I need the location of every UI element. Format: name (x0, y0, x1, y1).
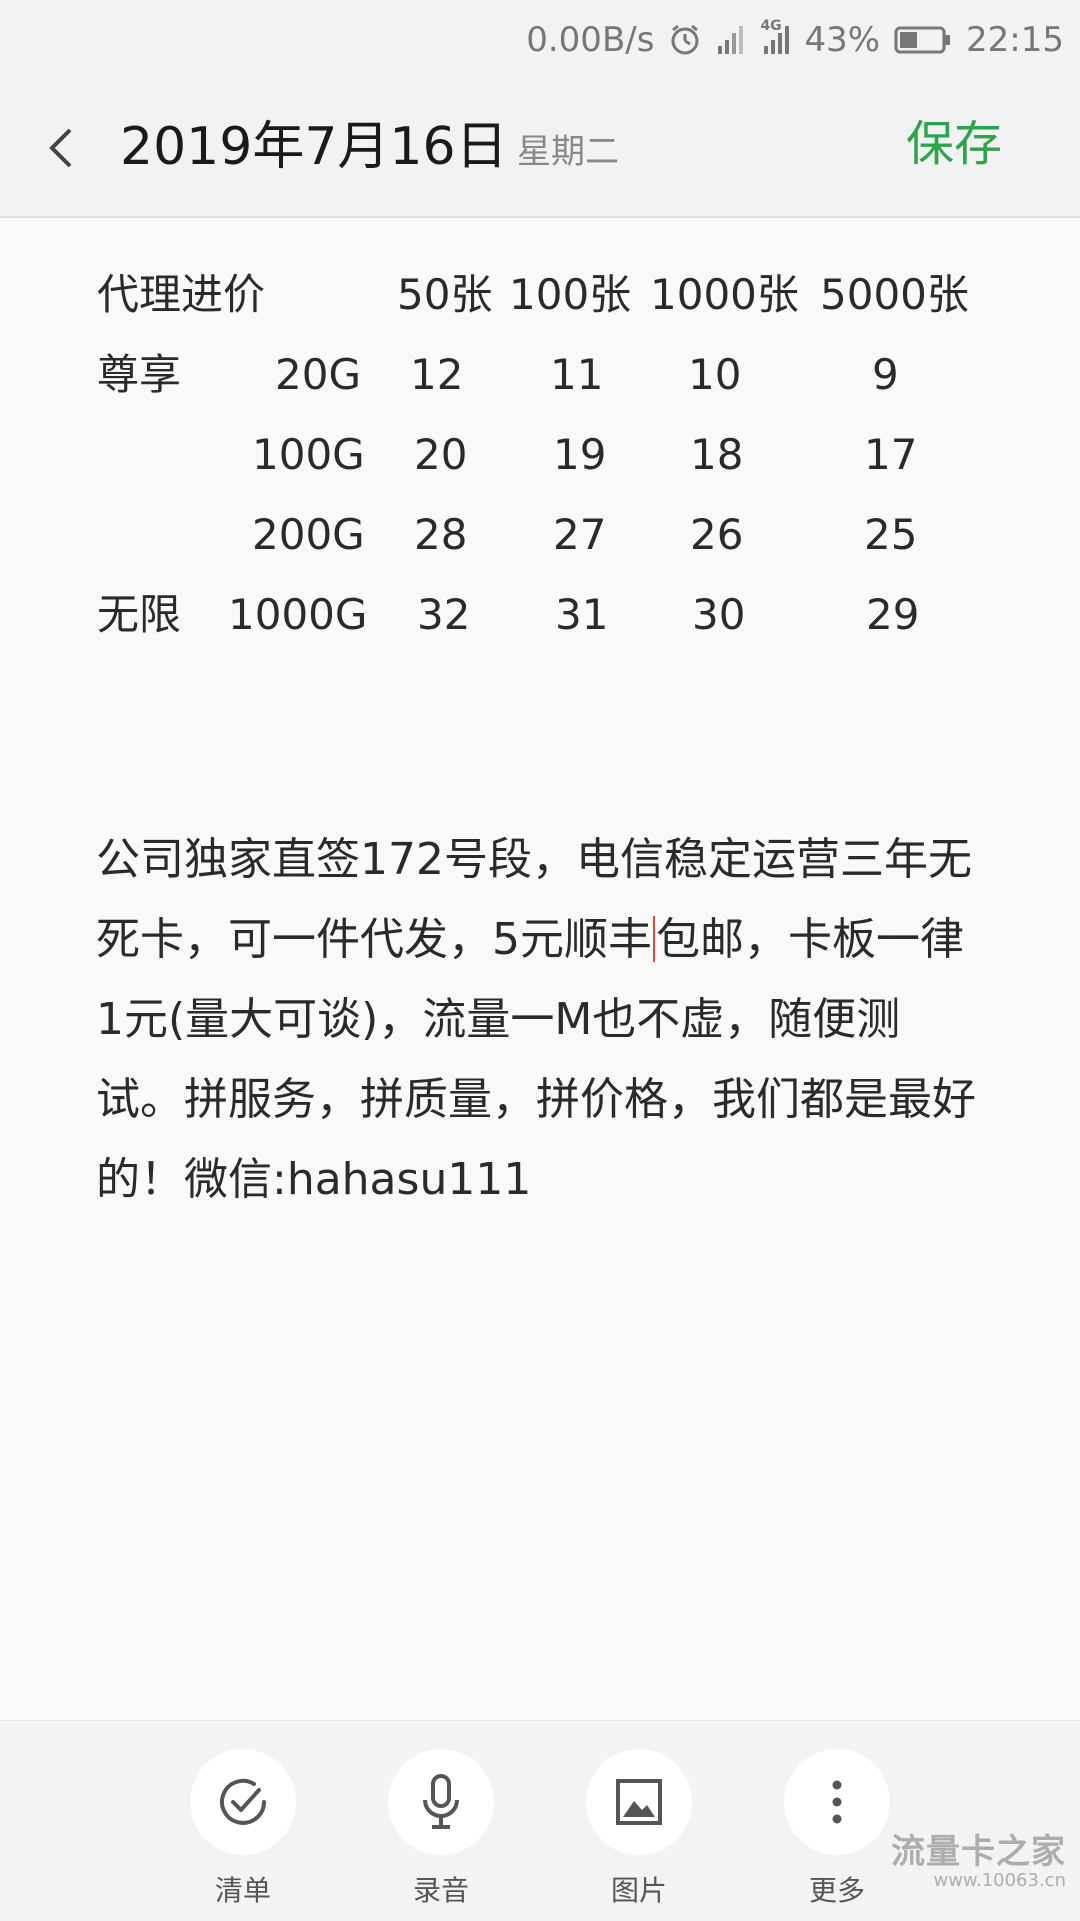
status-bar: 0.00B/s 4G 43% 22:15 (0, 0, 1080, 80)
note-paragraph[interactable]: 公司独家直签172号段，电信稳定运营三年无死卡，可一件代发，5元顺丰包邮，卡板一… (96, 820, 976, 1220)
table-price: 9 (872, 350, 899, 399)
more-vertical-icon (784, 1749, 890, 1855)
alarm-icon (668, 23, 702, 57)
table-header-label: 代理进价 (97, 270, 266, 319)
back-button[interactable] (36, 118, 86, 178)
battery-percent: 43% (804, 20, 881, 60)
table-price: 11 (550, 350, 604, 399)
checklist-button[interactable]: 清单 (188, 1749, 298, 1909)
table-plan: 1000G (228, 590, 368, 639)
table-plan: 200G (252, 510, 365, 559)
note-editor[interactable]: 代理进价 50张 100张 1000张 5000张 尊享 20G 12 11 1… (0, 220, 1080, 1720)
table-price: 19 (553, 430, 607, 479)
text-cursor (653, 916, 655, 962)
table-header-qty: 100张 (509, 270, 632, 319)
table-header-qty: 5000张 (820, 270, 969, 319)
price-table: 代理进价 50张 100张 1000张 5000张 尊享 20G 12 11 1… (0, 220, 1080, 640)
table-price: 20 (414, 430, 468, 479)
table-plan: 20G (275, 350, 361, 399)
chevron-left-icon (49, 128, 72, 168)
battery-icon (894, 25, 952, 55)
table-price: 32 (417, 590, 471, 639)
table-group: 尊享 (97, 350, 182, 399)
table-header-qty: 1000张 (650, 270, 799, 319)
table-price: 18 (690, 430, 744, 479)
checklist-icon (190, 1749, 296, 1855)
table-header-qty: 50张 (397, 270, 493, 319)
bottom-toolbar: 清单 录音 图片 更多 (0, 1720, 1080, 1921)
table-price: 25 (864, 510, 918, 559)
table-group: 无限 (97, 590, 182, 639)
table-price: 30 (692, 590, 746, 639)
mobile-data-icon: 4G (760, 18, 790, 56)
microphone-icon (388, 1749, 494, 1855)
image-icon (586, 1749, 692, 1855)
table-price: 26 (690, 510, 744, 559)
table-price: 28 (414, 510, 468, 559)
table-price: 31 (555, 590, 609, 639)
toolbar-label: 图片 (610, 1874, 667, 1907)
note-weekday: 星期二 (517, 132, 619, 172)
note-date: 2019年7月16日 (120, 117, 508, 177)
more-button[interactable]: 更多 (782, 1749, 892, 1909)
image-button[interactable]: 图片 (584, 1749, 694, 1909)
clock: 22:15 (966, 20, 1064, 60)
record-button[interactable]: 录音 (386, 1749, 496, 1909)
save-button[interactable]: 保存 (906, 116, 1002, 174)
table-price: 10 (688, 350, 742, 399)
toolbar-label: 录音 (412, 1874, 469, 1907)
toolbar-label: 更多 (808, 1874, 865, 1907)
note-header: 2019年7月16日 星期二 保存 (0, 80, 1080, 218)
table-price: 12 (410, 350, 464, 399)
net-speed: 0.00B/s (526, 20, 655, 60)
network-type: 4G (760, 18, 782, 34)
signal-icon (716, 24, 746, 56)
table-price: 27 (553, 510, 607, 559)
table-price: 29 (866, 590, 920, 639)
table-price: 17 (864, 430, 918, 479)
toolbar-label: 清单 (214, 1874, 271, 1907)
table-plan: 100G (252, 430, 365, 479)
